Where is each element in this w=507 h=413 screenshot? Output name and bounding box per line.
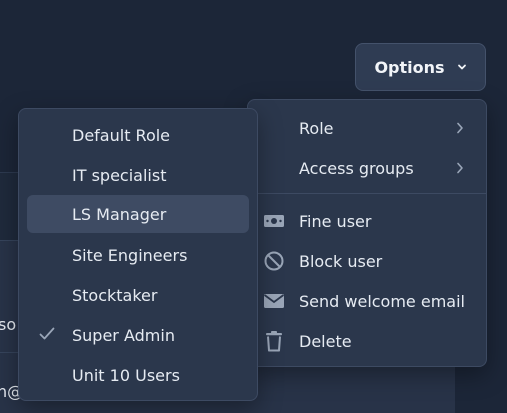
role-option-label: Super Admin: [72, 325, 175, 345]
role-option-label: Unit 10 Users: [72, 365, 180, 385]
role-option-label: LS Manager: [72, 204, 167, 224]
options-button-label: Options: [374, 57, 445, 77]
role-option-it-specialist[interactable]: IT specialist: [27, 156, 249, 194]
role-option-label: Stocktaker: [72, 285, 158, 305]
role-option-label: Site Engineers: [72, 245, 188, 265]
role-option-default-role[interactable]: Default Role: [27, 116, 249, 154]
menu-item-block-user[interactable]: Block user: [256, 242, 478, 280]
menu-item-label: Block user: [299, 251, 383, 271]
chevron-right-icon: [457, 122, 463, 134]
menu-item-label: Role: [299, 118, 334, 138]
role-option-site-engineers[interactable]: Site Engineers: [27, 236, 249, 274]
menu-item-fine-user[interactable]: Fine user: [256, 202, 478, 240]
chevron-right-icon: [457, 162, 463, 174]
clipped-text: so: [0, 315, 17, 334]
menu-separator: [248, 193, 486, 194]
options-button[interactable]: Options: [355, 43, 486, 91]
envelope-icon: [263, 294, 285, 308]
trash-icon: [266, 331, 282, 352]
menu-item-label: Send welcome email: [299, 291, 465, 311]
role-option-ls-manager[interactable]: LS Manager: [27, 195, 249, 233]
role-option-unit-10-users[interactable]: Unit 10 Users: [27, 356, 249, 394]
options-menu: Role Access groups Fine user Block user: [247, 99, 487, 367]
role-option-label: Default Role: [72, 125, 171, 145]
menu-item-label: Fine user: [299, 211, 372, 231]
menu-item-access-groups[interactable]: Access groups: [256, 149, 478, 187]
menu-item-role[interactable]: Role: [256, 109, 478, 147]
menu-item-label: Access groups: [299, 158, 414, 178]
role-option-label: IT specialist: [72, 165, 167, 185]
role-submenu: Default Role IT specialist LS Manager Si…: [18, 108, 258, 401]
money-icon: [264, 215, 284, 227]
check-icon: [39, 327, 55, 340]
menu-item-send-welcome-email[interactable]: Send welcome email: [256, 282, 478, 320]
block-icon: [264, 251, 284, 271]
menu-item-delete[interactable]: Delete: [256, 322, 478, 360]
role-option-super-admin[interactable]: Super Admin: [27, 316, 249, 354]
menu-item-label: Delete: [299, 331, 352, 351]
role-option-stocktaker[interactable]: Stocktaker: [27, 276, 249, 314]
chevron-down-icon: [457, 64, 466, 69]
